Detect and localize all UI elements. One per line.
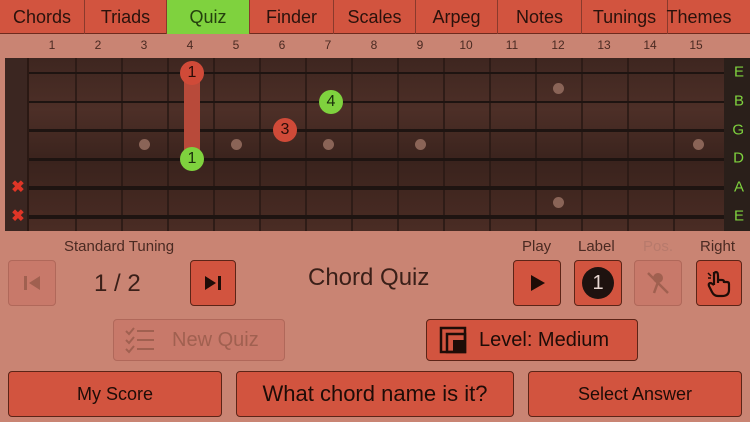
right-hand-button[interactable]: [696, 260, 742, 306]
next-button[interactable]: [190, 260, 236, 306]
tab-scales[interactable]: Scales: [334, 0, 416, 34]
string-6: [29, 215, 725, 219]
fret-inlay: [231, 139, 242, 150]
nut: [5, 58, 29, 231]
fret-wire: [535, 58, 537, 231]
fret-wire: [489, 58, 491, 231]
tab-tunings[interactable]: Tunings: [582, 0, 668, 34]
fret-number: 14: [643, 38, 657, 52]
my-score-button[interactable]: My Score: [8, 371, 222, 417]
fretboard[interactable]: 1 4 3 1 ✖ ✖ E B G D A E: [5, 58, 750, 231]
fret-wire: [121, 58, 123, 231]
pin-off-icon: [647, 272, 669, 294]
fret-inlay: [415, 139, 426, 150]
tab-arpeg[interactable]: Arpeg: [416, 0, 498, 34]
play-button[interactable]: [513, 260, 561, 306]
my-score-label: My Score: [76, 383, 154, 404]
fret-number: 11: [505, 38, 519, 52]
fret-wire: [259, 58, 261, 231]
fret-wire: [75, 58, 77, 231]
fret-number: 2: [94, 38, 102, 52]
page-title: Chord Quiz: [308, 264, 430, 291]
muted-string-icon: ✖: [11, 179, 25, 196]
string-name: A: [733, 178, 744, 196]
fret-number: 3: [140, 38, 148, 52]
fret-number: 15: [689, 38, 703, 52]
skip-back-icon: [24, 276, 40, 290]
fret-wire: [673, 58, 675, 231]
string-1: [29, 72, 725, 74]
label-label: Label: [578, 238, 615, 255]
select-answer-button[interactable]: Select Answer: [528, 371, 742, 417]
fret-inlay: [553, 83, 564, 94]
fret-wire: [443, 58, 445, 231]
fret-wire: [397, 58, 399, 231]
tab-quiz[interactable]: Quiz: [167, 0, 250, 34]
level-button[interactable]: Level: Medium: [426, 319, 638, 361]
tuning-label: Standard Tuning: [64, 238, 175, 255]
finger-marker[interactable]: 1: [180, 147, 204, 171]
fret-number: 12: [551, 38, 565, 52]
fret-inlay: [139, 139, 150, 150]
tab-triads[interactable]: Triads: [85, 0, 167, 34]
hand-pointer-icon: [707, 270, 731, 298]
string-name: G: [732, 121, 744, 139]
string-name: E: [733, 63, 744, 81]
fret-number: 8: [370, 38, 378, 52]
fret-inlay: [553, 197, 564, 208]
play-icon: [531, 275, 545, 291]
string-name: B: [733, 92, 744, 110]
fret-number: 7: [324, 38, 332, 52]
previous-button[interactable]: [8, 260, 56, 306]
new-quiz-label: New Quiz: [172, 328, 259, 351]
fret-number: 6: [278, 38, 286, 52]
fret-number: 9: [416, 38, 424, 52]
fret-number: 13: [597, 38, 611, 52]
string-3: [29, 129, 725, 132]
tab-chords[interactable]: Chords: [0, 0, 85, 34]
tab-notes[interactable]: Notes: [498, 0, 582, 34]
finger-marker[interactable]: 4: [319, 90, 343, 114]
play-label: Play: [522, 238, 552, 255]
string-5: [29, 186, 725, 190]
level-label: Level: Medium: [479, 328, 610, 351]
fret-wire: [627, 58, 629, 231]
question-button[interactable]: What chord name is it?: [236, 371, 514, 417]
pos-label: Pos.: [643, 238, 674, 255]
fret-wire: [305, 58, 307, 231]
tuning-position: 1 / 2: [94, 270, 141, 297]
tab-themes[interactable]: Themes: [666, 0, 731, 34]
string-4: [29, 158, 725, 161]
fret-wire: [213, 58, 215, 231]
right-label: Right: [700, 238, 736, 255]
fret-number: 5: [232, 38, 240, 52]
string-names: E B G D A E: [724, 58, 750, 231]
finger-marker[interactable]: 3: [273, 118, 297, 142]
question-label: What chord name is it?: [262, 381, 488, 406]
level-icon: [439, 326, 467, 354]
fret-number: 1: [48, 38, 56, 52]
fret-wire: [167, 58, 169, 231]
checklist-icon: [125, 327, 154, 354]
label-number-icon: 1: [582, 267, 614, 299]
finger-marker[interactable]: 1: [180, 61, 204, 85]
select-answer-label: Select Answer: [577, 383, 693, 404]
fret-number: 10: [459, 38, 473, 52]
muted-string-icon: ✖: [11, 208, 25, 225]
fret-numbers: 1 2 3 4 5 6 7 8 9 10 11 12 13 14 15: [0, 38, 750, 56]
fret-number: 4: [186, 38, 194, 52]
tab-finder[interactable]: Finder: [250, 0, 334, 34]
fret-inlay: [323, 139, 334, 150]
string-name: E: [733, 207, 744, 225]
string-2: [29, 101, 725, 103]
fret-wire: [581, 58, 583, 231]
string-name: D: [733, 149, 744, 167]
position-button[interactable]: [634, 260, 682, 306]
label-button[interactable]: 1: [574, 260, 622, 306]
fret-wire: [351, 58, 353, 231]
tab-bar: Chords Triads Quiz Finder Scales Arpeg N…: [0, 0, 750, 34]
fret-inlay: [693, 139, 704, 150]
skip-forward-icon: [205, 276, 221, 290]
new-quiz-button[interactable]: New Quiz: [113, 319, 285, 361]
